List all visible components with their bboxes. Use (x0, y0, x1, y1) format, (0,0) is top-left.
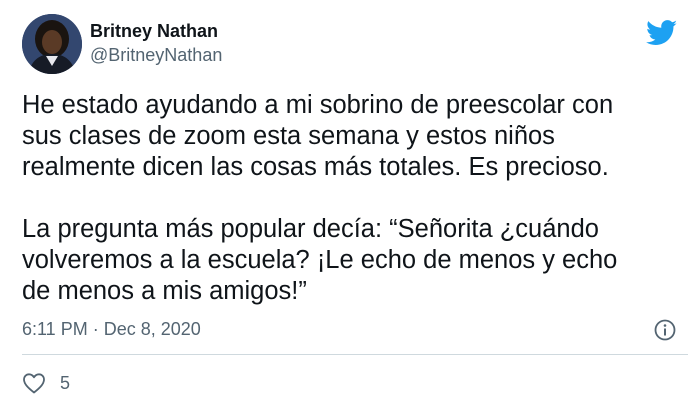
avatar[interactable] (22, 14, 82, 74)
divider (22, 354, 688, 355)
tweet-text: He estado ayudando a mi sobrino de prees… (22, 90, 687, 307)
display-name[interactable]: Britney Nathan (90, 20, 222, 42)
user-handle[interactable]: @BritneyNathan (90, 44, 222, 66)
info-icon[interactable] (654, 319, 676, 341)
heart-icon[interactable] (22, 372, 46, 394)
tweet-timestamp[interactable]: 6:11 PM · Dec 8, 2020 (22, 318, 201, 340)
tweet-paragraph-1: He estado ayudando a mi sobrino de prees… (22, 91, 614, 181)
avatar-image (22, 14, 82, 74)
like-action[interactable]: 5 (22, 372, 70, 394)
author-block: Britney Nathan @BritneyNathan (90, 20, 222, 66)
tweet-paragraph-2: La pregunta más popular decía: “Señorita… (22, 215, 618, 305)
tweet-card: Britney Nathan @BritneyNathan He estado … (0, 0, 700, 410)
twitter-bird-icon[interactable] (646, 20, 678, 46)
like-count: 5 (60, 373, 71, 393)
